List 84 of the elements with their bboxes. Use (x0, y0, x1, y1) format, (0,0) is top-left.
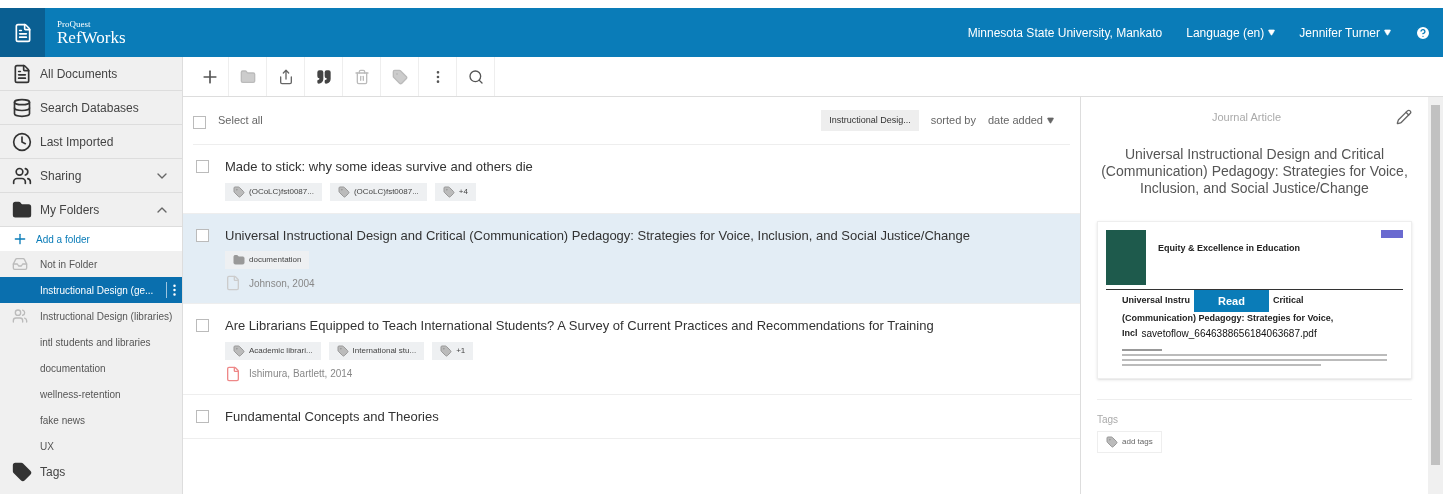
tag-icon (442, 185, 455, 198)
journal-cover (1106, 229, 1146, 285)
tag-chip[interactable]: International stu... (328, 341, 425, 360)
folder-item[interactable]: Instructional Design (ge... (0, 277, 182, 303)
clock-icon (12, 131, 32, 152)
checkbox[interactable] (196, 228, 209, 242)
language-menu[interactable]: Language (en) (1186, 23, 1276, 42)
folder-item[interactable]: Not in Folder (0, 251, 182, 277)
search-icon[interactable] (467, 68, 484, 85)
institution-name: Minnesota State University, Mankato (967, 24, 1163, 42)
database-icon (12, 97, 32, 118)
document-icon (12, 63, 32, 84)
people-icon (12, 308, 28, 324)
quote-icon[interactable] (315, 68, 332, 85)
share-icon[interactable] (277, 68, 294, 85)
tag-chip[interactable]: (OCoLC)fst0087... (225, 182, 322, 201)
add-folder-button[interactable]: Add a folder (0, 227, 182, 251)
read-button[interactable]: Read (1194, 289, 1269, 312)
sort-dropdown[interactable]: date added (987, 112, 1070, 129)
add-tags-button[interactable]: add tags (1097, 430, 1162, 453)
detail-title: Universal Instructional Design and Critical (Communication) Pedagogy: Strategies for Voice, Inclusion, and Social Justice/Change (1100, 145, 1409, 197)
publisher-logo (1381, 229, 1403, 238)
tag-icon (440, 344, 453, 357)
tag-chip[interactable]: documentation (225, 251, 310, 269)
brand-name: RefWorks (57, 28, 126, 46)
tag-icon[interactable] (391, 68, 408, 85)
document-title[interactable]: Made to stick: why some ideas survive and others die (225, 157, 533, 177)
filter-chip[interactable]: Instructional Desig... (821, 109, 919, 132)
folder-icon (12, 199, 32, 220)
preview-title: Critical (1272, 294, 1304, 307)
sidebar-item[interactable]: Sharing (0, 159, 182, 193)
file-name: savetoflow_6646388656184063687.pdf (1141, 326, 1317, 341)
folder-icon[interactable] (239, 68, 256, 85)
tag-icon (337, 185, 350, 198)
sidebar-item[interactable]: Search Databases (0, 91, 182, 125)
folder-item[interactable]: documentation (0, 355, 182, 381)
checkbox[interactable] (193, 115, 206, 129)
checkbox[interactable] (196, 160, 209, 173)
document-title[interactable]: Are Librarians Equipped to Teach International Students? A Survey of Current Practices and Recommendations for Training (225, 316, 934, 336)
tag-chip[interactable]: Academic librari... (225, 341, 321, 360)
tag-icon (233, 185, 245, 198)
folder-item[interactable]: fake news (0, 407, 182, 433)
author-year: Johnson, 2004 (249, 276, 315, 291)
tag-icon (336, 344, 349, 357)
sorted-by-label: sorted by (930, 113, 976, 129)
document-title[interactable]: Universal Instructional Design and Critical (Communication) Pedagogy: Strategies for Voice, Inclusion, and Social Justice/Change (225, 225, 970, 245)
tag-chip[interactable]: +1 (432, 341, 474, 360)
tag-chip[interactable]: +4 (434, 182, 476, 201)
folder-item[interactable]: UX (0, 433, 182, 459)
tray-icon (12, 256, 28, 272)
preview-title: Incl (1122, 327, 1138, 340)
sidebar-item[interactable]: Tags (0, 459, 182, 485)
document-row[interactable]: Universal Instructional Design and Critical (Communication) Pedagogy: Strategies for Voice, Inclusion, and Social Justice/Change documentation Johnson, 2004 (183, 213, 1080, 304)
folder-item[interactable]: intl students and libraries (0, 329, 182, 355)
tags-label: Tags (1097, 412, 1119, 427)
folder-icon (233, 254, 245, 266)
caret-icon (1047, 117, 1054, 124)
journal-name: Equity & Excellence in Education (1158, 241, 1301, 255)
folder-item[interactable]: Instructional Design (libraries) (0, 303, 182, 329)
tag-chip[interactable]: (OCoLC)fst0087... (329, 182, 427, 201)
tag-icon (1106, 435, 1118, 448)
document-title[interactable]: Fundamental Concepts and Theories (225, 406, 439, 426)
author-year: Ishimura, Bartlett, 2014 (249, 367, 353, 381)
help-icon[interactable] (1415, 24, 1431, 41)
checkbox[interactable] (196, 319, 209, 332)
edit-icon[interactable] (1396, 109, 1412, 126)
trash-icon[interactable] (353, 68, 370, 85)
folder-item[interactable]: wellness-retention (0, 381, 182, 407)
user-menu[interactable]: Jennifer Turner (1299, 23, 1391, 42)
sidebar-item[interactable]: Last Imported (0, 125, 182, 159)
pdf-preview[interactable]: Equity & Excellence in Education Universal Instru Read Critical (Communication) Pedagogy: Strategies for Voice, Incl savetoflow_6646388656184063687.pdf (1097, 220, 1412, 379)
plus-icon (12, 231, 28, 247)
select-all-label: Select all (218, 113, 263, 129)
people-icon (12, 165, 32, 186)
preview-title: Universal Instru (1122, 294, 1191, 307)
preview-title: (Communication) Pedagogy: Strategies for Voice, (1121, 312, 1335, 325)
brand-small: ProQuest (57, 19, 92, 29)
checkbox[interactable] (196, 409, 209, 423)
document-type: Journal Article (1210, 110, 1283, 125)
sidebar-item[interactable]: All Documents (0, 57, 182, 91)
caret-icon (1268, 29, 1276, 36)
caret-icon (1384, 29, 1391, 36)
tag-icon (233, 344, 245, 357)
tag-icon (12, 462, 32, 482)
